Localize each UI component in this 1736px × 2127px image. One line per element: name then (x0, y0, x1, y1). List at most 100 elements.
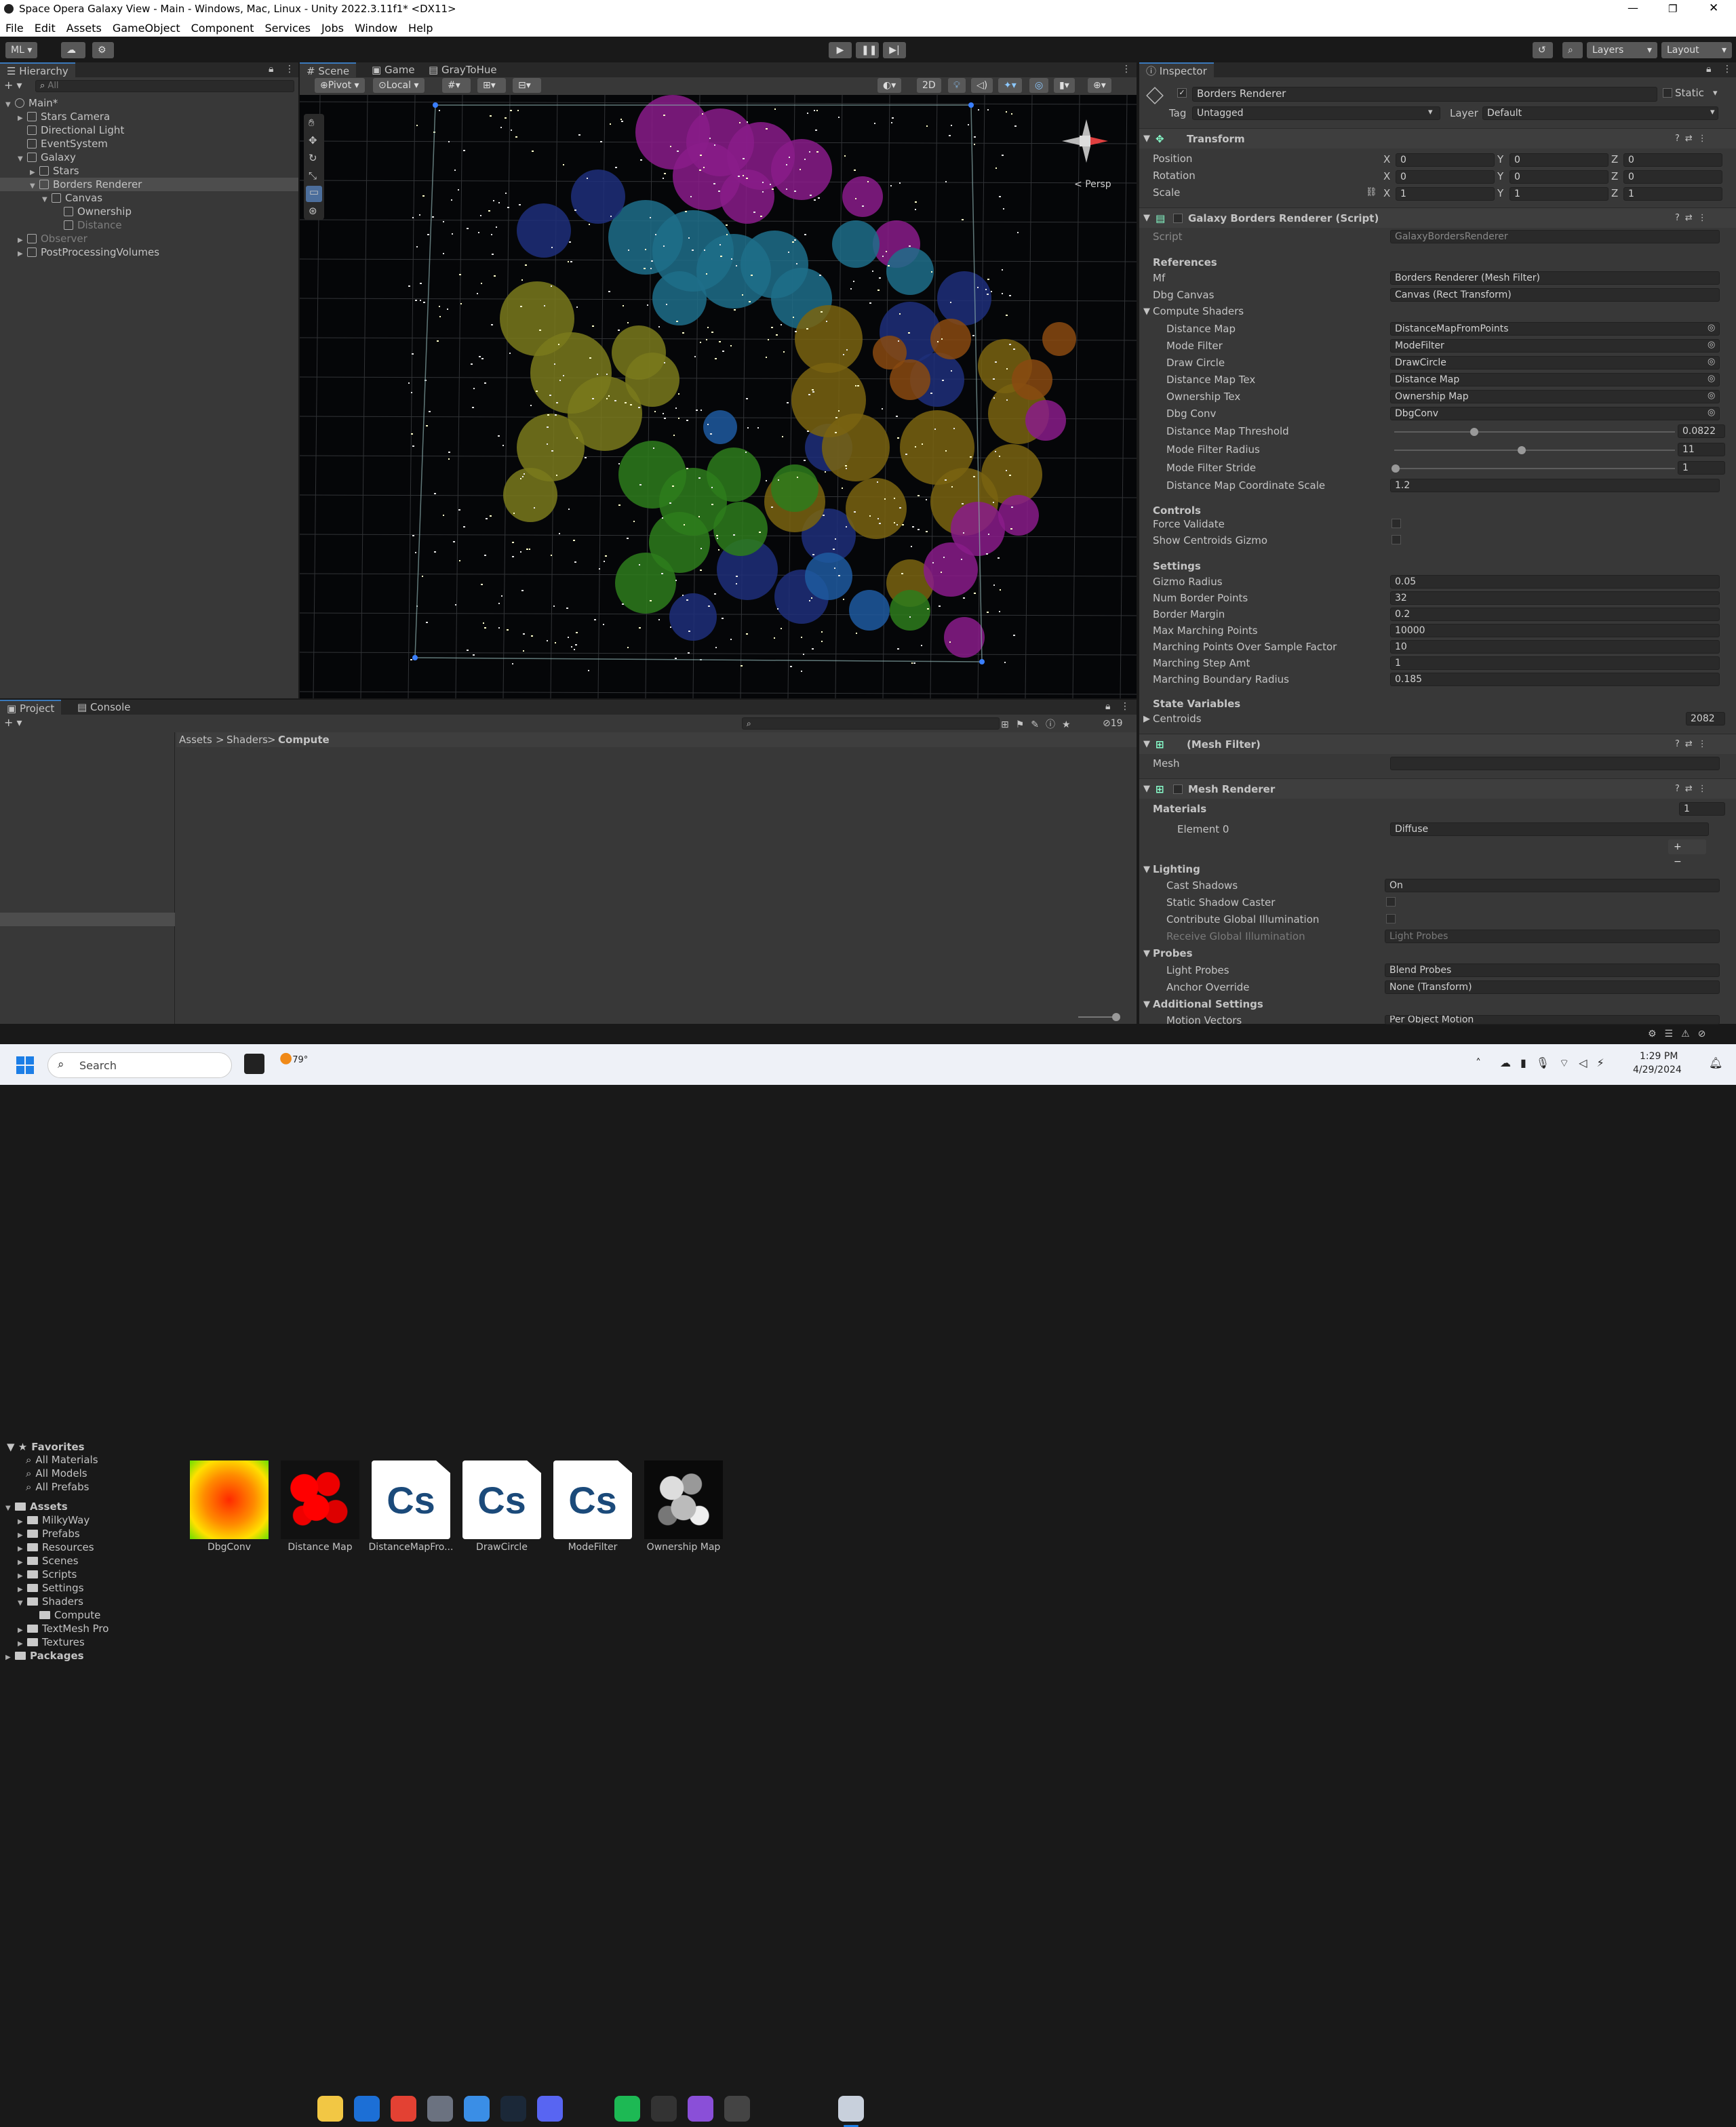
tab-hierarchy[interactable]: ☰ Hierarchy (0, 62, 75, 77)
unity-icon[interactable] (651, 2096, 677, 2122)
scene-viewport[interactable] (300, 95, 1137, 698)
compute-shader-field[interactable]: DrawCircle (1390, 356, 1720, 370)
lighting-toggle-icon[interactable]: 💡︎ (948, 78, 966, 93)
status-icons[interactable]: ⚙☰⚠⊘ (1648, 1029, 1714, 1039)
hierarchy-item[interactable]: Distance (54, 218, 122, 232)
expand-arrow-icon[interactable]: ▼ (1143, 779, 1150, 799)
slider-track[interactable] (1394, 468, 1675, 469)
expand-arrow-icon[interactable]: ▼ (5, 98, 15, 112)
motion-vectors-dropdown[interactable]: Per Object Motion (1385, 1015, 1720, 1025)
menu-assets[interactable]: Assets (61, 22, 107, 35)
expand-arrow-icon[interactable]: ▶ (1143, 714, 1150, 724)
layout-dropdown[interactable]: Layout ▾ (1661, 42, 1732, 58)
transform-x-input[interactable]: 1 (1396, 187, 1495, 201)
create-asset-button[interactable]: + ▾ (4, 716, 22, 729)
visual-studio-icon[interactable] (688, 2096, 713, 2122)
folder-item[interactable]: ▶ Scenes (18, 1554, 79, 1568)
kebab-icon[interactable]: ⋮ (1722, 64, 1732, 75)
gizmos-button[interactable]: ⊕▾ (1088, 78, 1111, 93)
hierarchy-item[interactable]: ▼ Galaxy (18, 151, 76, 164)
materials-count[interactable]: 1 (1679, 802, 1725, 816)
photos-icon[interactable] (464, 2096, 490, 2122)
step-button[interactable]: ▶| (883, 42, 906, 58)
task-view-icon[interactable] (244, 1054, 264, 1074)
compute-shader-field[interactable]: Ownership Map (1390, 390, 1720, 403)
effects-toggle-icon[interactable]: ✦▾ (998, 78, 1022, 93)
mesh-filter-header[interactable]: ▼ ⊞ (Mesh Filter) ?⇄⋮ (1139, 734, 1736, 754)
force-validate-checkbox[interactable] (1392, 519, 1401, 528)
dbg-canvas-field[interactable]: Canvas (Rect Transform) (1390, 288, 1720, 302)
transform-y-input[interactable]: 0 (1510, 170, 1609, 184)
hidden-count-icon[interactable]: ⊘19 (1103, 718, 1123, 729)
expand-arrow-icon[interactable]: ▶ (18, 247, 27, 261)
rotate-tool-icon[interactable]: ↻ (309, 152, 317, 164)
hierarchy-item[interactable]: ▶ Stars (30, 164, 79, 178)
steam-icon[interactable] (500, 2096, 526, 2122)
transform-z-input[interactable]: 0 (1623, 153, 1722, 167)
expand-arrow-icon[interactable]: ▼ (1143, 999, 1150, 1010)
slider-value-input[interactable]: 1 (1678, 461, 1725, 475)
static-caster-checkbox[interactable] (1386, 897, 1396, 907)
hierarchy-item[interactable]: ▼ Borders Renderer (30, 178, 142, 191)
settings-icon[interactable] (427, 2096, 453, 2122)
asset-label[interactable]: Distance Map (275, 1542, 365, 1553)
slider-value-input[interactable]: 0.0822 (1678, 424, 1725, 438)
defender-icon[interactable] (354, 2096, 380, 2122)
taskbar-search[interactable]: ⌕ Search (47, 1052, 232, 1078)
asset-label[interactable]: DistanceMapFro... (366, 1542, 456, 1553)
chevron-down-icon[interactable]: ▾ (1710, 107, 1715, 117)
target-icon[interactable]: ◎ (1708, 374, 1715, 384)
asset-label[interactable]: DbgConv (184, 1542, 274, 1553)
file-explorer-icon[interactable] (317, 2096, 343, 2122)
cast-shadows-dropdown[interactable]: On (1385, 879, 1720, 892)
asset-thumbnail[interactable]: Cs (462, 1460, 541, 1539)
rect-tool-icon[interactable]: ▭ (306, 186, 322, 202)
component-menu-icons[interactable]: ?⇄⋮ (1675, 779, 1712, 799)
pivot-dropdown[interactable]: ⊕Pivot ▾ (315, 78, 365, 93)
clock-time[interactable]: 1:29 PM (1640, 1051, 1678, 1062)
setting-input[interactable]: 0.05 (1390, 575, 1720, 589)
menu-file[interactable]: File (0, 22, 29, 35)
shading-mode-button[interactable]: ◐▾ (877, 78, 902, 93)
object-name-input[interactable]: Borders Renderer (1192, 87, 1657, 102)
target-icon[interactable]: ◎ (1708, 357, 1715, 367)
enabled-checkbox[interactable] (1173, 784, 1183, 794)
compute-shader-field[interactable]: Distance Map (1390, 373, 1720, 386)
folder-item[interactable]: ▶ MilkyWay (18, 1513, 90, 1527)
expand-arrow-icon[interactable]: ▼ (1143, 306, 1150, 317)
audio-toggle-icon[interactable]: ◁) (971, 78, 993, 93)
contrib-gi-checkbox[interactable] (1386, 914, 1396, 923)
project-search-input[interactable]: ⌕ (742, 717, 1000, 730)
menu-jobs[interactable]: Jobs (316, 22, 349, 35)
constrain-proportions-icon[interactable]: ⛓ (1366, 187, 1377, 197)
transform-header[interactable]: ▼ ✥ Transform ?⇄⋮ (1139, 128, 1736, 148)
play-button[interactable]: ▶ (829, 42, 852, 58)
tab-game[interactable]: ▣ Game (365, 62, 422, 77)
expand-arrow-icon[interactable]: ▼ (1143, 208, 1150, 228)
hierarchy-item[interactable]: ▼ Canvas (42, 191, 102, 205)
folder-item[interactable]: ▶ Prefabs (18, 1527, 80, 1540)
notification-icon[interactable]: 🔔︎ (1709, 1056, 1722, 1069)
breadcrumb-compute[interactable]: Compute (278, 734, 330, 746)
chevron-up-icon[interactable]: ˄ (1476, 1056, 1481, 1069)
expand-arrow-icon[interactable]: ▼ (1143, 129, 1150, 149)
clock-date[interactable]: 4/29/2024 (1633, 1065, 1682, 1075)
lock-icon[interactable]: 🔒︎ (1706, 64, 1711, 75)
expand-arrow-icon[interactable]: ▼ (18, 1597, 27, 1610)
target-icon[interactable]: ◎ (1708, 391, 1715, 401)
setting-input[interactable]: 1 (1390, 656, 1720, 670)
hierarchy-item[interactable]: EventSystem (18, 137, 108, 151)
target-icon[interactable]: ◎ (1708, 323, 1715, 333)
folder-item[interactable]: ▶ TextMesh Pro (18, 1622, 108, 1635)
account-button[interactable]: ML ▾ (5, 42, 38, 58)
grid-snap-button[interactable]: #▾ (442, 78, 471, 93)
asset-thumbnail[interactable]: Cs (372, 1460, 450, 1539)
kebab-icon[interactable]: ⋮ (1120, 701, 1130, 712)
expand-arrow-icon[interactable]: ▼ (18, 153, 27, 166)
mf-field[interactable]: Borders Renderer (Mesh Filter) (1390, 271, 1720, 285)
folder-item[interactable]: Compute (30, 1608, 100, 1622)
expand-arrow-icon[interactable]: ▼ (30, 180, 39, 193)
tray-icons[interactable]: ☁▮🎙︎⌔◁⚡ (1500, 1056, 1614, 1070)
weather-widget[interactable]: ●79° (279, 1050, 308, 1067)
tag-dropdown[interactable]: Untagged (1192, 106, 1440, 120)
